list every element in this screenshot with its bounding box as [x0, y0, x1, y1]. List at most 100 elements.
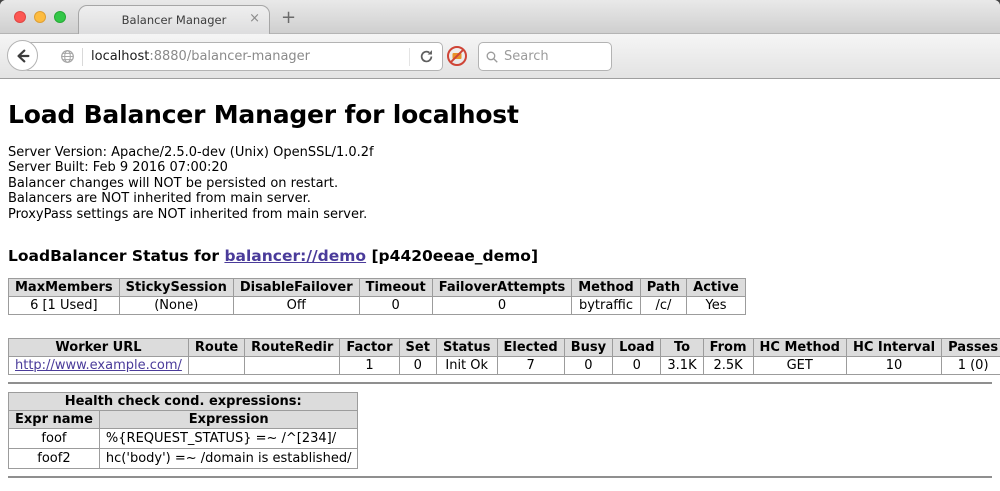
url-text[interactable]: localhost:8880/balancer-manager	[91, 49, 403, 64]
page-title: Load Balancer Manager for localhost	[8, 100, 992, 129]
cell-to: 3.1K	[661, 357, 703, 375]
cell-method: bytraffic	[572, 297, 640, 315]
server-info: Server Version: Apache/2.5.0-dev (Unix) …	[8, 145, 992, 222]
cell-from: 2.5K	[703, 357, 753, 375]
col-busy: Busy	[564, 339, 612, 357]
new-tab-button[interactable]: +	[281, 7, 296, 28]
balancer-settings-table: MaxMembers StickySession DisableFailover…	[8, 278, 746, 315]
server-built-line: Server Built: Feb 9 2016 07:00:20	[8, 160, 992, 175]
back-button[interactable]	[7, 40, 38, 71]
table-title-row: Health check cond. expressions:	[9, 393, 358, 411]
tab-close-icon[interactable]: ×	[249, 12, 260, 26]
search-icon	[485, 50, 499, 64]
cell-load: 0	[613, 357, 661, 375]
col-route: Route	[188, 339, 244, 357]
url-host: localhost	[91, 49, 149, 64]
col-timeout: Timeout	[359, 279, 432, 297]
cell-maxmembers: 6 [1 Used]	[9, 297, 120, 315]
col-disablefailover: DisableFailover	[233, 279, 359, 297]
cell-path: /c/	[640, 297, 686, 315]
table-row: foof2 hc('body') =~ /domain is establish…	[9, 449, 358, 469]
col-failoverattempts: FailoverAttempts	[432, 279, 572, 297]
window-minimize-button[interactable]	[34, 11, 46, 23]
col-path: Path	[640, 279, 686, 297]
url-path: :8880/balancer-manager	[149, 49, 310, 64]
col-factor: Factor	[340, 339, 399, 357]
table-header-row: MaxMembers StickySession DisableFailover…	[9, 279, 746, 297]
status-heading-prefix: LoadBalancer Status for	[8, 247, 224, 265]
persist-note-line: Balancer changes will NOT be persisted o…	[8, 176, 992, 191]
table-header-row: Expr name Expression	[9, 411, 358, 429]
cell-hc-method: GET	[753, 357, 846, 375]
worker-url-link[interactable]: http://www.example.com/	[15, 358, 182, 373]
col-set: Set	[399, 339, 436, 357]
col-hc-method: HC Method	[753, 339, 846, 357]
cell-expr-name: foof	[9, 429, 100, 449]
cell-disablefailover: Off	[233, 297, 359, 315]
tab-bar: Balancer Manager × +	[0, 0, 1000, 34]
health-table-title: Health check cond. expressions:	[9, 393, 358, 411]
page-content: Load Balancer Manager for localhost Serv…	[0, 80, 1000, 491]
col-routeredir: RouteRedir	[245, 339, 340, 357]
table-row: foof %{REQUEST_STATUS} =~ /^[234]/	[9, 429, 358, 449]
cell-elected: 7	[497, 357, 564, 375]
table-header-row: Worker URL Route RouteRedir Factor Set S…	[9, 339, 1000, 357]
tab-title: Balancer Manager	[122, 13, 227, 27]
cell-stickysession: (None)	[119, 297, 233, 315]
globe-icon	[60, 49, 75, 64]
cell-failoverattempts: 0	[432, 297, 572, 315]
inherit-note-line: Balancers are NOT inherited from main se…	[8, 191, 992, 206]
page-bottom-divider	[8, 476, 992, 478]
table-row: 6 [1 Used] (None) Off 0 0 bytraffic /c/ …	[9, 297, 746, 315]
col-elected: Elected	[497, 339, 564, 357]
cell-status: Init Ok	[436, 357, 497, 375]
cell-active: Yes	[687, 297, 746, 315]
health-check-expressions-table: Health check cond. expressions: Expr nam…	[8, 392, 358, 469]
window-zoom-button[interactable]	[54, 11, 66, 23]
balancer-demo-link[interactable]: balancer://demo	[224, 247, 366, 265]
cell-expr-name: foof2	[9, 449, 100, 469]
cell-expression: hc('body') =~ /domain is established/	[99, 449, 358, 469]
tab-balancer-manager[interactable]: Balancer Manager ×	[78, 5, 270, 34]
navigation-toolbar: localhost:8880/balancer-manager	[0, 34, 1000, 79]
section-divider	[8, 382, 992, 384]
cell-busy: 0	[564, 357, 612, 375]
back-arrow-icon	[14, 47, 32, 65]
window-close-button[interactable]	[14, 11, 26, 23]
status-heading-suffix: [p4420eeae_demo]	[366, 247, 538, 265]
reload-button[interactable]	[409, 48, 434, 66]
server-version-line: Server Version: Apache/2.5.0-dev (Unix) …	[8, 145, 992, 160]
cell-routeredir	[245, 357, 340, 375]
col-from: From	[703, 339, 753, 357]
col-expr-name: Expr name	[9, 411, 100, 429]
col-worker-url: Worker URL	[9, 339, 189, 357]
cell-factor: 1	[340, 357, 399, 375]
col-to: To	[661, 339, 703, 357]
col-expression: Expression	[99, 411, 358, 429]
worker-status-table: Worker URL Route RouteRedir Factor Set S…	[8, 338, 1000, 375]
col-maxmembers: MaxMembers	[9, 279, 120, 297]
col-load: Load	[613, 339, 661, 357]
browser-window: Balancer Manager × + localhost:8880/bala…	[0, 0, 1000, 491]
url-bar[interactable]: localhost:8880/balancer-manager	[23, 42, 443, 71]
col-status: Status	[436, 339, 497, 357]
col-passes: Passes	[942, 339, 1000, 357]
cell-set: 0	[399, 357, 436, 375]
col-active: Active	[687, 279, 746, 297]
search-input[interactable]	[504, 49, 605, 64]
proxypass-note-line: ProxyPass settings are NOT inherited fro…	[8, 207, 992, 222]
url-separator	[82, 48, 83, 66]
plugin-blocked-icon[interactable]	[446, 45, 468, 71]
search-bar[interactable]	[478, 42, 612, 71]
table-row: http://www.example.com/ 1 0 Init Ok 7 0 …	[9, 357, 1000, 375]
cell-passes: 1 (0)	[942, 357, 1000, 375]
cell-expression: %{REQUEST_STATUS} =~ /^[234]/	[99, 429, 358, 449]
loadbalancer-status-heading: LoadBalancer Status for balancer://demo …	[8, 247, 992, 265]
cell-hc-interval: 10	[846, 357, 941, 375]
col-stickysession: StickySession	[119, 279, 233, 297]
col-method: Method	[572, 279, 640, 297]
cell-worker-url: http://www.example.com/	[9, 357, 189, 375]
cell-route	[188, 357, 244, 375]
col-hc-interval: HC Interval	[846, 339, 941, 357]
cell-timeout: 0	[359, 297, 432, 315]
